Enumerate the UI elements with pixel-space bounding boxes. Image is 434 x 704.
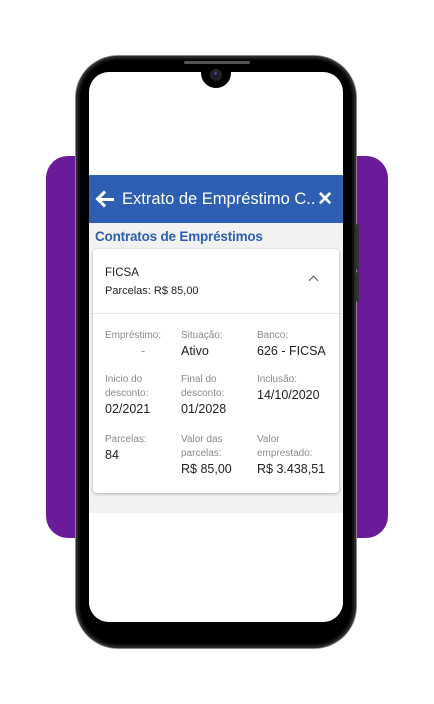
field-value: 626 - FICSA (257, 344, 326, 358)
field-banco: Banco: 626 - FICSA (257, 329, 331, 360)
power-button (356, 272, 359, 302)
field-label: Inicio do desconto: (105, 374, 149, 399)
field-value: 02/2021 (105, 402, 151, 416)
field-inicio-desconto: Inicio do desconto: 02/2021 (105, 373, 179, 418)
divider (93, 313, 339, 314)
blank-area (89, 513, 343, 622)
contract-bank-name: FICSA (105, 267, 139, 279)
field-parcelas: Parcelas: 84 (105, 433, 179, 464)
field-label: Banco: (257, 330, 289, 341)
field-label: Empréstimo: (105, 330, 162, 341)
camera-icon (210, 69, 222, 81)
contract-card-header[interactable]: FICSA Parcelas: R$ 85,00 (93, 249, 339, 313)
field-situacao: Situação: Ativo (181, 329, 255, 360)
phone-screen: Extrato de Empréstimo C... ✕ Contratos d… (89, 72, 343, 622)
field-value: R$ 3.438,51 (257, 462, 326, 476)
field-emprestimo: Empréstimo: - (105, 329, 179, 360)
contract-card: FICSA Parcelas: R$ 85,00 Empréstimo: - S… (93, 249, 339, 493)
app-bar: Extrato de Empréstimo C... ✕ (89, 175, 343, 223)
content-area: Contratos de Empréstimos FICSA Parcelas:… (89, 223, 343, 513)
field-label: Valor emprestado: (257, 434, 313, 459)
volume-button (356, 224, 359, 270)
field-label: Valor das parcelas: (181, 434, 223, 459)
field-valor-parcelas: Valor das parcelas: R$ 85,00 (181, 433, 255, 478)
back-arrow-icon[interactable] (96, 190, 114, 208)
field-inclusao: Inclusão: 14/10/2020 (257, 373, 337, 404)
field-value: Ativo (181, 344, 209, 358)
field-value: R$ 85,00 (181, 462, 232, 476)
field-label: Final do desconto: (181, 374, 225, 399)
field-valor-emprestado: Valor emprestado: R$ 3.438,51 (257, 433, 337, 478)
section-title: Contratos de Empréstimos (95, 229, 263, 244)
field-label: Inclusão: (257, 374, 298, 385)
field-final-desconto: Final do desconto: 01/2028 (181, 373, 255, 418)
field-value: 14/10/2020 (257, 388, 320, 402)
chevron-up-icon[interactable] (308, 275, 319, 286)
contract-installments: Parcelas: R$ 85,00 (105, 285, 199, 297)
close-icon[interactable]: ✕ (317, 190, 333, 209)
field-label: Parcelas: (105, 434, 147, 445)
field-value: 84 (105, 448, 119, 462)
app-bar-title: Extrato de Empréstimo C... (122, 189, 318, 208)
field-value: 01/2028 (181, 402, 227, 416)
field-label: Situação: (181, 330, 223, 341)
field-value: - (141, 344, 146, 358)
